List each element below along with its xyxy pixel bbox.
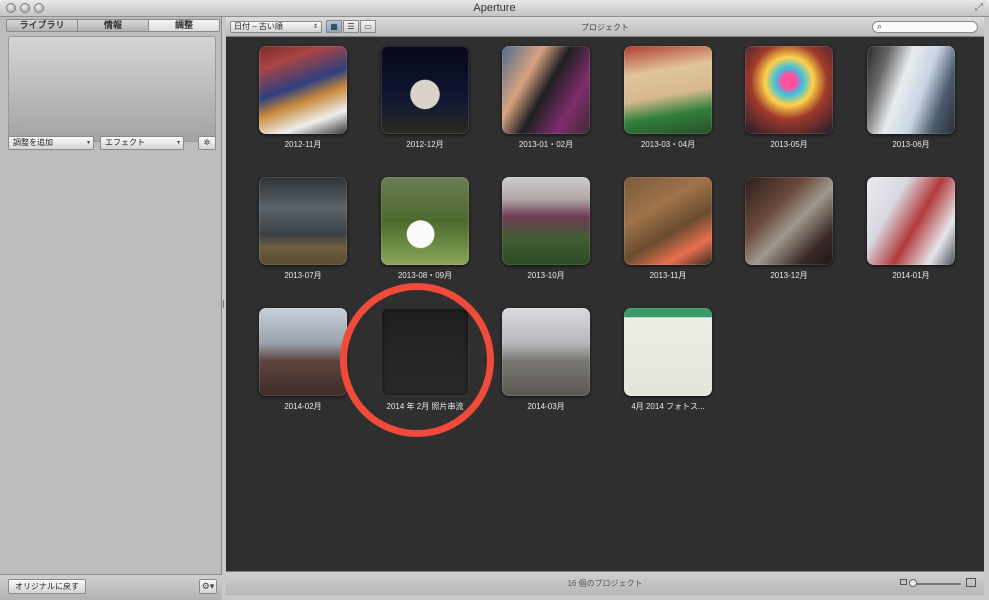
inspector-bottom-bar: オリジナルに戻す ⚙▾ — [0, 574, 222, 600]
fullscreen-icon[interactable]: ⤢ — [975, 2, 983, 13]
window-title: Aperture — [473, 2, 516, 14]
histogram-area — [8, 36, 216, 142]
project-thumbnail[interactable] — [745, 177, 833, 265]
project-tile[interactable]: 2013-06月 — [852, 37, 972, 157]
project-thumbnail[interactable] — [502, 46, 590, 134]
project-tile[interactable]: 2014-01月 — [852, 168, 972, 288]
inspector-tabs: ライブラリ 情報 調整 — [6, 19, 220, 32]
project-label: 2013-03・04月 — [640, 140, 696, 149]
project-label: 2012-11月 — [284, 140, 322, 149]
project-tile[interactable]: 2013-03・04月 — [609, 37, 729, 157]
project-tile[interactable]: 2012-11月 — [244, 37, 364, 157]
project-tile[interactable]: 2013-01・02月 — [487, 37, 607, 157]
project-label: 2013-07月 — [284, 271, 322, 280]
project-label: 2013-01・02月 — [518, 140, 574, 149]
gear-icon: ⚙▾ — [201, 581, 215, 591]
popup-arrow-icon: ▾ — [86, 140, 90, 146]
slider-knob[interactable] — [909, 579, 917, 587]
project-label: 2013-11月 — [649, 271, 687, 280]
project-thumbnail[interactable] — [867, 46, 955, 134]
project-tile[interactable]: 2013-07月 — [244, 168, 364, 288]
tab-library[interactable]: ライブラリ — [7, 20, 78, 31]
project-label: 2014-02月 — [284, 402, 322, 411]
browser-status-bar: 16 個のプロジェクト — [226, 571, 984, 595]
title-bar: Aperture ⤢ — [0, 0, 989, 17]
search-field[interactable]: ⌕ — [872, 21, 978, 33]
effects-popup[interactable]: エフェクト ▾ — [100, 136, 184, 150]
search-icon: ⌕ — [877, 21, 883, 31]
project-tile[interactable]: 2013-05月 — [730, 37, 850, 157]
tab-info[interactable]: 情報 — [78, 20, 149, 31]
slider-track[interactable] — [911, 583, 961, 585]
window-right-edge — [984, 17, 989, 600]
inspector-panel: ライブラリ 情報 調整 調整を追加 ▾ エフェクト ▾ ✲ オリジナルに戻す ⚙… — [0, 17, 222, 600]
project-label: 2013-06月 — [892, 140, 930, 149]
browser-toolbar: 日付 – 古い順 ⇕ ▦ ☰ ▭ プロジェクト ⌕ — [226, 17, 984, 37]
add-adjustment-label: 調整を追加 — [13, 138, 53, 147]
magic-wand-icon: ✲ — [203, 138, 211, 147]
project-label: 4月 2014 フォトス... — [631, 402, 705, 411]
project-thumbnail[interactable] — [259, 46, 347, 134]
project-label: 2013-08・09月 — [397, 271, 453, 280]
project-tile[interactable]: 2013-12月 — [730, 168, 850, 288]
auto-enhance-button[interactable]: ✲ — [198, 136, 216, 150]
add-adjustment-popup[interactable]: 調整を追加 ▾ — [8, 136, 94, 150]
project-thumbnail[interactable] — [502, 177, 590, 265]
project-thumbnail[interactable] — [381, 177, 469, 265]
project-label: 2014 年 2月 照片串流 — [386, 402, 464, 411]
split-view-handle[interactable] — [221, 300, 224, 308]
project-tile[interactable]: 4月 2014 フォトス... — [609, 299, 729, 419]
project-thumbnail[interactable] — [259, 177, 347, 265]
project-browser: 日付 – 古い順 ⇕ ▦ ☰ ▭ プロジェクト ⌕ 2012-11月 2012-… — [226, 17, 984, 595]
project-tile[interactable]: 2014-03月 — [487, 299, 607, 419]
aperture-window: Aperture ⤢ ライブラリ 情報 調整 調整を追加 ▾ エフェクト ▾ ✲… — [0, 0, 989, 600]
project-thumbnail[interactable] — [381, 46, 469, 134]
project-tile[interactable]: 2014-02月 — [244, 299, 364, 419]
project-tile[interactable]: 2012-12月 — [366, 37, 486, 157]
project-tile[interactable]: 2013-08・09月 — [366, 168, 486, 288]
project-label: 2012-12月 — [406, 140, 444, 149]
thumbnail-size-slider[interactable] — [900, 578, 976, 590]
browser-title: プロジェクト — [581, 23, 629, 32]
project-grid: 2012-11月 2012-12月 2013-01・02月 2013-03・04… — [226, 37, 984, 571]
project-label: 2013-10月 — [527, 271, 565, 280]
project-thumbnail[interactable] — [624, 46, 712, 134]
effects-label: エフェクト — [105, 138, 145, 147]
project-thumbnail[interactable] — [624, 177, 712, 265]
revert-to-original-button[interactable]: オリジナルに戻す — [8, 579, 86, 594]
small-thumbnail-icon — [900, 579, 907, 585]
gear-menu-button[interactable]: ⚙▾ — [199, 579, 217, 594]
tab-adjustments[interactable]: 調整 — [149, 20, 219, 31]
project-thumbnail[interactable] — [745, 46, 833, 134]
project-thumbnail[interactable] — [624, 308, 712, 396]
adjustment-controls: 調整を追加 ▾ エフェクト ▾ ✲ — [6, 136, 220, 150]
project-tile[interactable]: 2013-11月 — [609, 168, 729, 288]
project-thumbnail[interactable] — [867, 177, 955, 265]
project-label: 2013-12月 — [770, 271, 808, 280]
large-thumbnail-icon — [966, 578, 976, 587]
project-thumbnail[interactable] — [259, 308, 347, 396]
popup-arrow-icon: ▾ — [176, 140, 180, 146]
project-thumbnail[interactable] — [381, 308, 469, 396]
project-tile[interactable]: 2014 年 2月 照片串流 — [366, 299, 486, 419]
project-label: 2014-03月 — [527, 402, 565, 411]
project-count: 16 個のプロジェクト — [567, 579, 643, 588]
project-label: 2014-01月 — [892, 271, 930, 280]
project-thumbnail[interactable] — [502, 308, 590, 396]
project-tile[interactable]: 2013-10月 — [487, 168, 607, 288]
project-label: 2013-05月 — [770, 140, 808, 149]
